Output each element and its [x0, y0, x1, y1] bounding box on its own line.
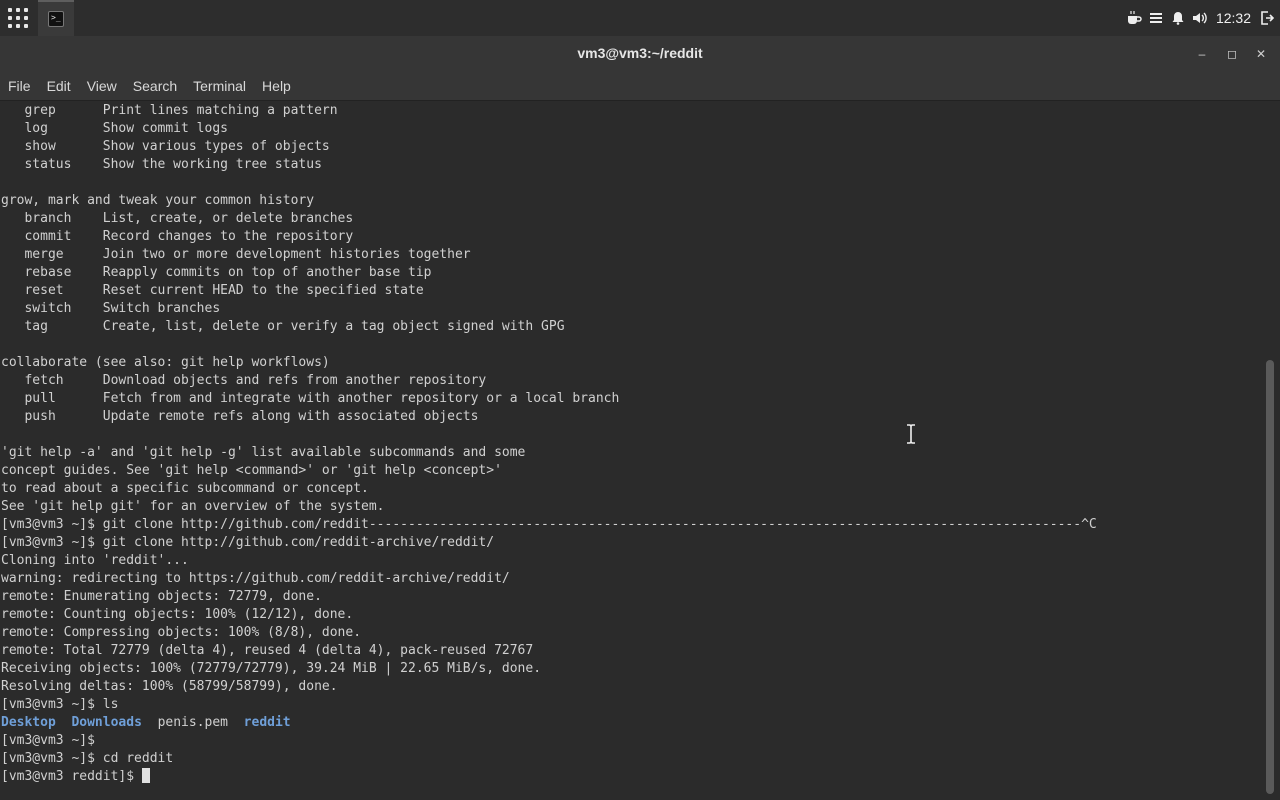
- terminal-line: [vm3@vm3 ~]$ ls: [1, 697, 119, 712]
- top-panel: >_ 12:32: [0, 0, 1280, 36]
- text-cursor-icon: [907, 424, 915, 444]
- block-cursor: [141, 768, 150, 783]
- terminal-line: [vm3@vm3 ~]$ git clone http://github.com…: [1, 517, 1097, 532]
- apps-grid-icon[interactable]: [8, 8, 28, 28]
- menu-view[interactable]: View: [87, 72, 117, 100]
- terminal-line: to read about a specific subcommand or c…: [1, 481, 369, 496]
- terminal-scrollbar[interactable]: [1266, 360, 1274, 794]
- terminal-task-icon: >_: [48, 11, 64, 27]
- prompt-line[interactable]: [vm3@vm3 reddit]$: [1, 768, 1097, 786]
- bell-icon[interactable]: [1169, 9, 1187, 27]
- menu-edit[interactable]: Edit: [47, 72, 71, 100]
- terminal-line: grep Print lines matching a pattern: [1, 103, 338, 118]
- terminal-line: commit Record changes to the repository: [1, 229, 354, 244]
- logout-icon[interactable]: [1258, 9, 1276, 27]
- maximize-button[interactable]: ◻: [1223, 45, 1241, 63]
- terminal-line: fetch Download objects and refs from ano…: [1, 373, 487, 388]
- menu-file[interactable]: File: [8, 72, 31, 100]
- terminal-line: See 'git help git' for an overview of th…: [1, 499, 385, 514]
- terminal-line: tag Create, list, delete or verify a tag…: [1, 319, 565, 334]
- ls-file: penis.pem: [157, 715, 229, 730]
- close-button[interactable]: ✕: [1252, 45, 1270, 63]
- terminal-line: push Update remote refs along with assoc…: [1, 409, 479, 424]
- terminal-line: 'git help -a' and 'git help -g' list ava…: [1, 445, 526, 460]
- terminal-area[interactable]: grep Print lines matching a pattern log …: [0, 102, 1262, 800]
- window-titlebar[interactable]: vm3@vm3:~/reddit – ◻ ✕: [0, 36, 1280, 72]
- terminal-line: [vm3@vm3 ~]$ cd reddit: [1, 751, 174, 766]
- terminal-line: log Show commit logs: [1, 121, 228, 136]
- terminal-window: vm3@vm3:~/reddit – ◻ ✕ File Edit View Se…: [0, 36, 1280, 800]
- ls-output-line: Desktop Downloads penis.pem reddit: [1, 714, 1097, 732]
- menu-help[interactable]: Help: [262, 72, 291, 100]
- terminal-line: [vm3@vm3 ~]$ git clone http://github.com…: [1, 535, 495, 550]
- terminal-line: warning: redirecting to https://github.c…: [1, 571, 510, 586]
- terminal-line: collaborate (see also: git help workflow…: [1, 355, 330, 370]
- system-tray: 12:32: [1125, 0, 1276, 36]
- clock[interactable]: 12:32: [1216, 10, 1251, 26]
- terminal-line: Cloning into 'reddit'...: [1, 553, 189, 568]
- terminal-line: merge Join two or more development histo…: [1, 247, 471, 262]
- window-title: vm3@vm3:~/reddit: [577, 45, 703, 61]
- terminal-output: grep Print lines matching a pattern log …: [1, 102, 1097, 786]
- menu-terminal[interactable]: Terminal: [193, 72, 246, 100]
- terminal-line: pull Fetch from and integrate with anoth…: [1, 391, 620, 406]
- terminal-line: remote: Compressing objects: 100% (8/8),…: [1, 625, 362, 640]
- menu-bar: File Edit View Search Terminal Help: [0, 72, 1280, 101]
- ls-directory: Downloads: [71, 715, 142, 730]
- terminal-line: [vm3@vm3 ~]$: [1, 733, 95, 748]
- terminal-line: show Show various types of objects: [1, 139, 330, 154]
- terminal-line: remote: Total 72779 (delta 4), reused 4 …: [1, 643, 534, 658]
- terminal-line: rebase Reapply commits on top of another…: [1, 265, 432, 280]
- taskbar-terminal-button[interactable]: >_: [38, 0, 74, 36]
- coffee-icon[interactable]: [1125, 9, 1143, 27]
- terminal-line: remote: Enumerating objects: 72779, done…: [1, 589, 322, 604]
- shell-prompt: [vm3@vm3 reddit]$: [1, 769, 142, 784]
- ls-directory: Desktop: [1, 715, 56, 730]
- terminal-line: Receiving objects: 100% (72779/72779), 3…: [1, 661, 542, 676]
- terminal-line: status Show the working tree status: [1, 157, 322, 172]
- terminal-line: remote: Counting objects: 100% (12/12), …: [1, 607, 354, 622]
- menu-search[interactable]: Search: [133, 72, 177, 100]
- terminal-line: concept guides. See 'git help <command>'…: [1, 463, 502, 478]
- list-icon[interactable]: [1147, 9, 1165, 27]
- minimize-button[interactable]: –: [1193, 45, 1211, 63]
- terminal-line: switch Switch branches: [1, 301, 221, 316]
- terminal-line: reset Reset current HEAD to the specifie…: [1, 283, 424, 298]
- volume-icon[interactable]: [1191, 9, 1209, 27]
- terminal-line: Resolving deltas: 100% (58799/58799), do…: [1, 679, 338, 694]
- ls-directory: reddit: [243, 715, 291, 730]
- terminal-line: branch List, create, or delete branches: [1, 211, 354, 226]
- terminal-line: grow, mark and tweak your common history: [1, 193, 315, 208]
